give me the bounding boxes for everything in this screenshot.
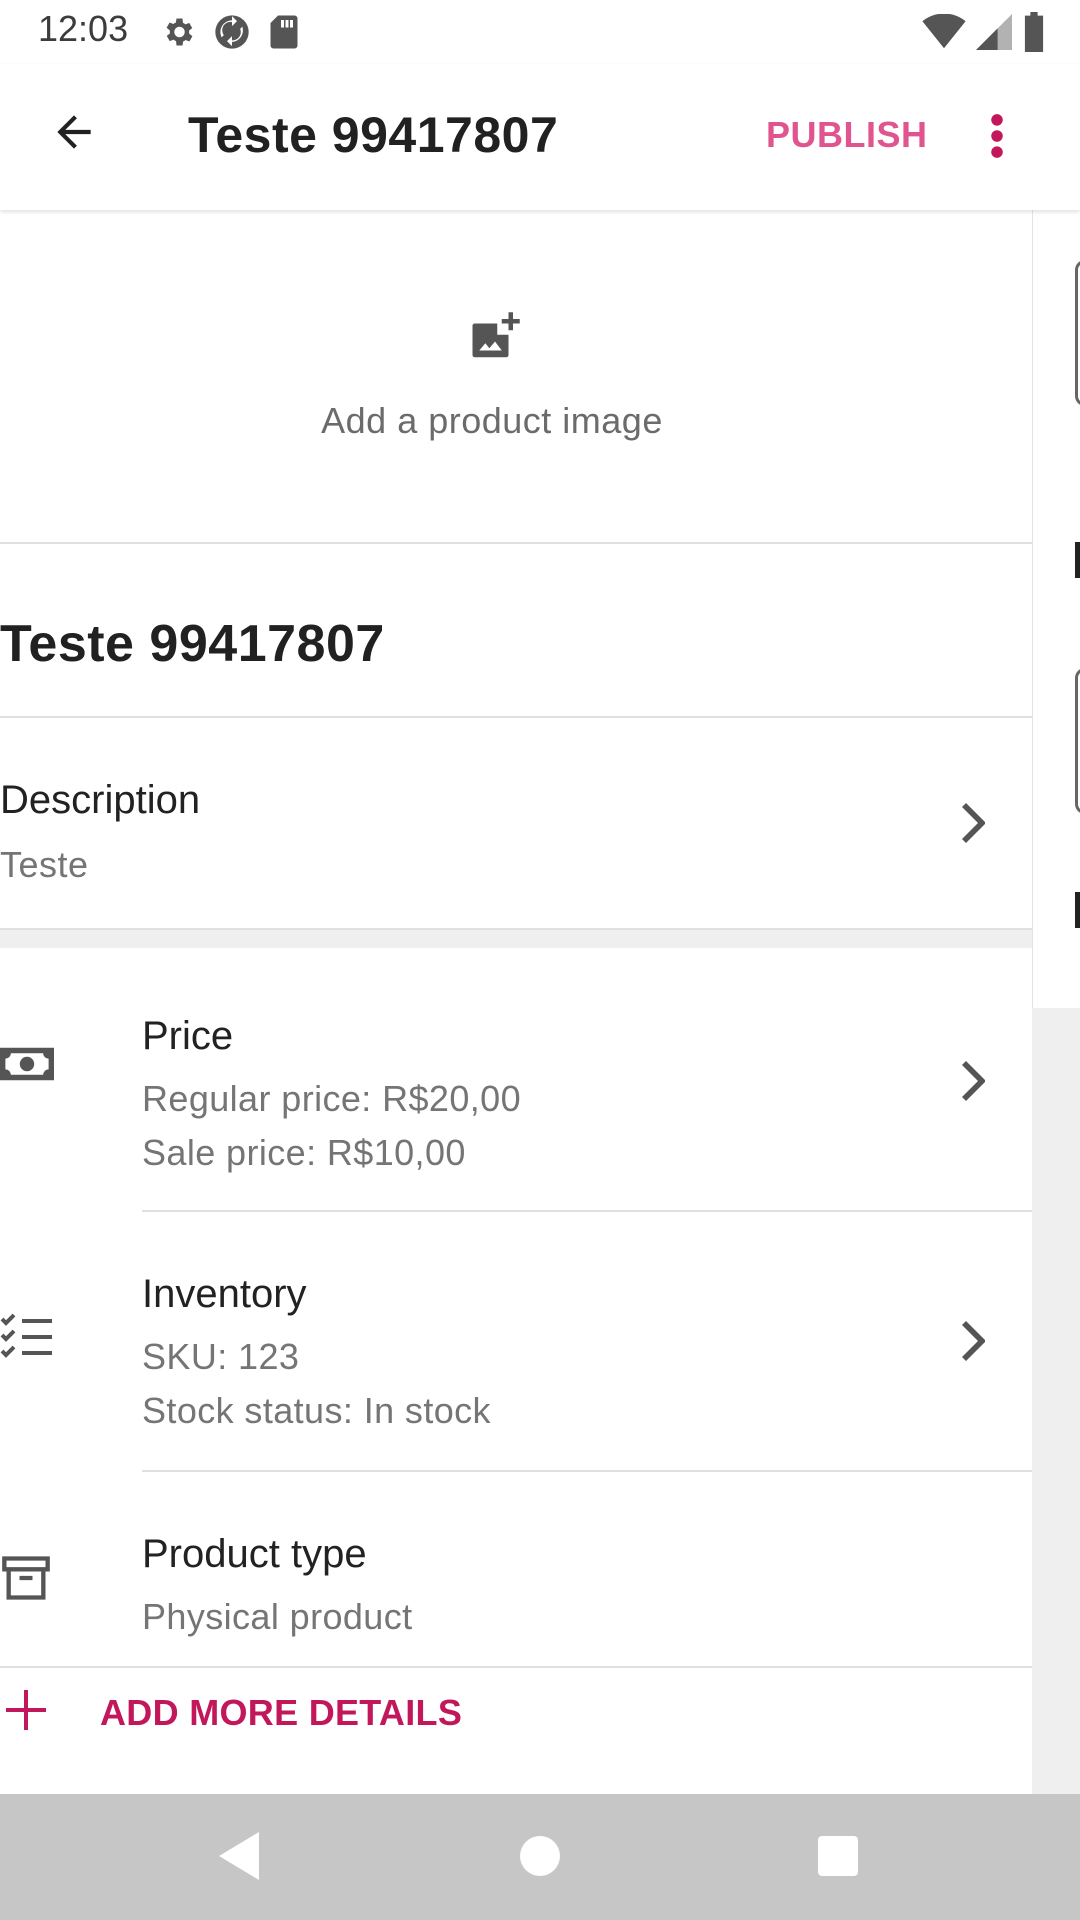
regular-price: Regular price: R$20,00 — [142, 1078, 522, 1119]
divider — [0, 542, 1032, 544]
add-product-image-area[interactable]: Add a product image — [0, 210, 1032, 542]
side-panel-frame — [1075, 260, 1080, 406]
battery-icon — [1024, 12, 1044, 52]
add-image-label: Add a product image — [321, 400, 663, 441]
stock-status: Stock status: In stock — [142, 1390, 491, 1431]
product-detail-content: Add a product image Teste 99417807 Descr… — [0, 210, 1032, 1794]
side-panel-mark — [1075, 542, 1080, 578]
publish-button[interactable]: PUBLISH — [766, 114, 928, 156]
product-name[interactable]: Teste 99417807 — [0, 614, 385, 674]
sale-price: Sale price: R$10,00 — [142, 1132, 466, 1173]
add-more-details-label: ADD MORE DETAILS — [100, 1692, 463, 1733]
more-vert-icon — [991, 114, 1003, 158]
side-panel-edge — [1032, 210, 1080, 1008]
settings-icon — [166, 18, 193, 46]
inventory-row[interactable]: Inventory SKU: 123 Stock status: In stoc… — [0, 1212, 1032, 1470]
wifi-icon — [922, 14, 966, 49]
cell-signal-icon — [976, 14, 1012, 50]
side-panel-frame — [1075, 668, 1080, 814]
status-time: 12:03 — [38, 8, 129, 49]
status-icons-left — [160, 12, 300, 52]
plus-icon — [6, 1690, 46, 1730]
add-more-details-button[interactable]: ADD MORE DETAILS — [0, 1670, 1032, 1750]
section-spacer — [0, 930, 1032, 948]
sku-value: SKU: 123 — [142, 1336, 300, 1377]
chevron-right-icon — [950, 1316, 990, 1366]
price-title: Price — [142, 1014, 234, 1058]
arrow-back-icon — [57, 115, 91, 149]
nav-back-icon[interactable] — [218, 1832, 260, 1880]
sd-card-icon — [270, 15, 298, 49]
description-value: Teste — [0, 844, 89, 885]
product-type-title: Product type — [142, 1532, 367, 1576]
nav-recents-icon[interactable] — [818, 1836, 858, 1876]
chevron-right-icon — [950, 1056, 990, 1106]
inventory-title: Inventory — [142, 1272, 307, 1316]
product-type-row[interactable]: Product type Physical product — [0, 1472, 1032, 1668]
status-icons-right — [922, 12, 1046, 52]
status-bar: 12:03 — [0, 0, 1080, 64]
side-panel-mark — [1075, 892, 1080, 928]
description-row[interactable]: Description Teste — [0, 718, 1032, 928]
more-options-button[interactable] — [972, 106, 1022, 166]
money-icon — [0, 1047, 54, 1081]
page-title: Teste 99417807 — [188, 107, 559, 163]
description-label: Description — [0, 778, 201, 822]
chevron-right-icon — [950, 798, 990, 848]
back-button[interactable] — [44, 102, 104, 162]
sync-icon — [215, 15, 249, 49]
product-type-value: Physical product — [142, 1596, 413, 1637]
checklist-icon — [0, 1313, 52, 1358]
nav-home-icon[interactable] — [520, 1836, 560, 1876]
system-nav-bar — [0, 1794, 1080, 1920]
divider — [0, 1666, 1032, 1668]
add-photo-icon — [472, 312, 520, 358]
side-panel-background — [1032, 1008, 1080, 1794]
app-bar: Teste 99417807 PUBLISH — [0, 64, 1080, 210]
archive-box-icon — [2, 1556, 50, 1600]
price-row[interactable]: Price Regular price: R$20,00 Sale price:… — [0, 948, 1032, 1210]
